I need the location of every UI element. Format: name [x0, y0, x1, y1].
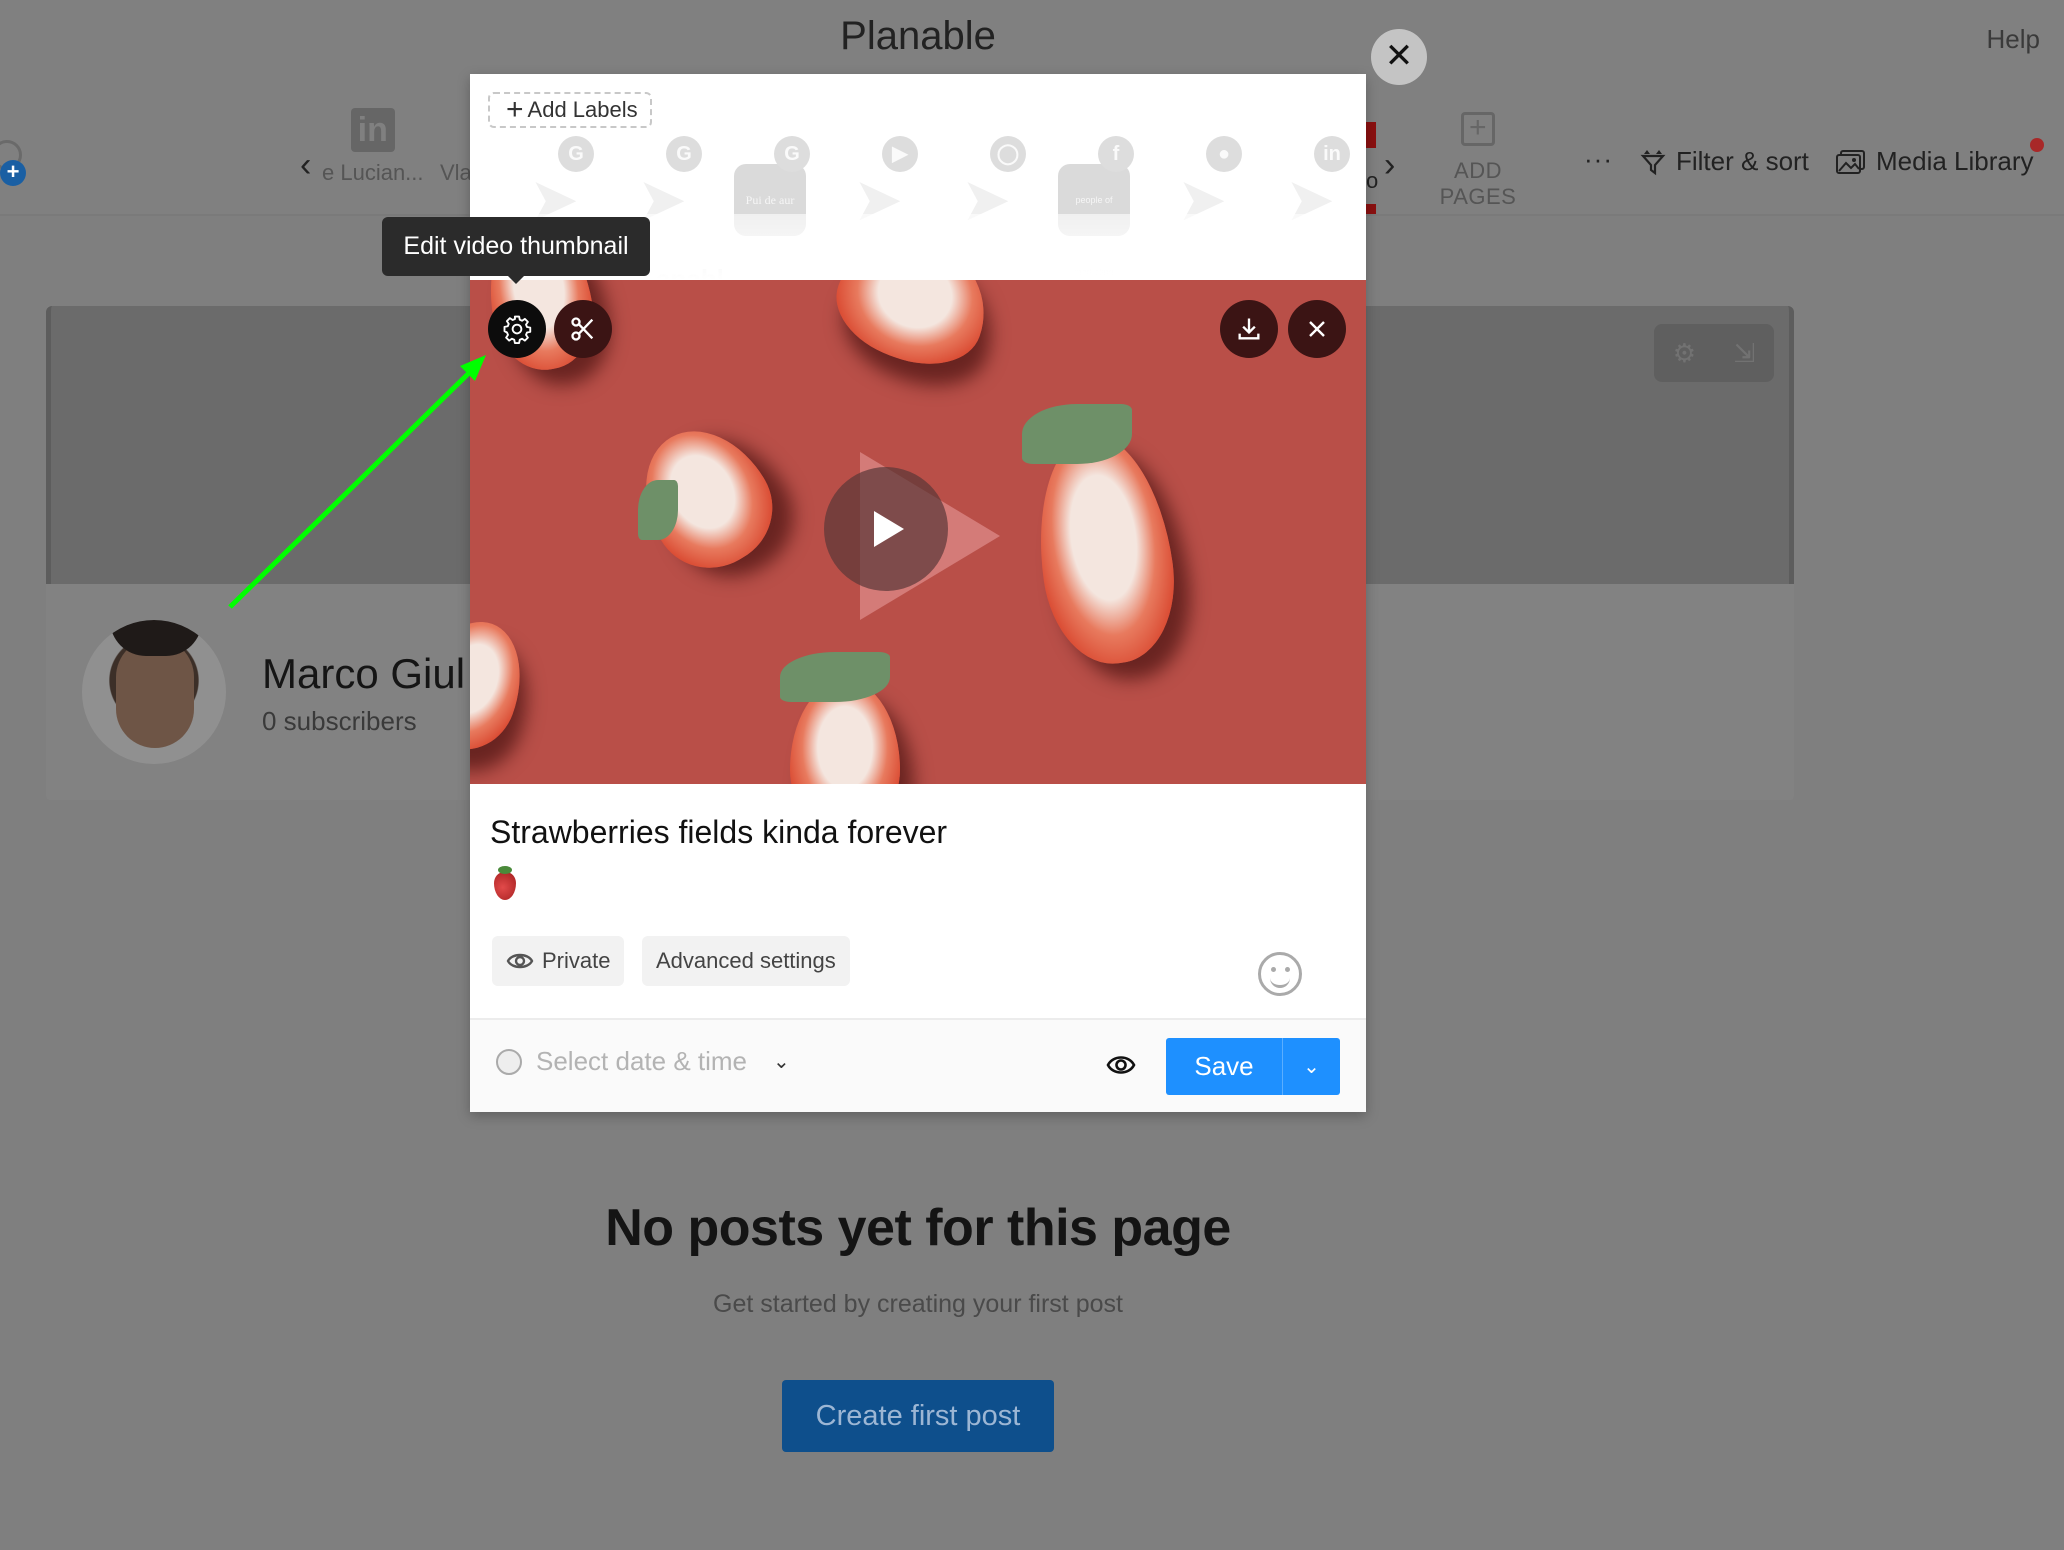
instagram-icon: ◯	[990, 136, 1026, 172]
edit-thumbnail-button[interactable]	[488, 300, 546, 358]
advanced-settings-label: Advanced settings	[656, 948, 836, 973]
twitter-icon: ●	[1206, 136, 1242, 172]
preview-button[interactable]	[1106, 1052, 1136, 1083]
avatar	[82, 620, 226, 764]
chevron-down-icon: ⌄	[1303, 1056, 1320, 1078]
empty-state-title: No posts yet for this page	[605, 1199, 1231, 1257]
avatar-hair	[110, 620, 202, 656]
subscriber-count: 0 subscribers	[262, 706, 417, 736]
cover-tools: ⚙ ⇲	[1654, 324, 1774, 382]
page-tab-label: e Lucian...	[322, 160, 424, 185]
eye-icon	[506, 953, 534, 969]
facebook-icon: f	[1098, 136, 1134, 172]
save-options-button[interactable]: ⌄	[1282, 1038, 1340, 1095]
filter-sort-label: Filter & sort	[1676, 146, 1809, 176]
add-labels-label: Add Labels	[527, 97, 638, 122]
strawberry-emoji-icon	[494, 866, 516, 900]
help-link[interactable]: Help	[1987, 24, 2040, 55]
page-tab-lucian[interactable]: in e Lucian...	[322, 108, 424, 186]
strawberry-image-part	[822, 280, 1004, 383]
download-video-button[interactable]	[1220, 300, 1278, 358]
more-options-button[interactable]: ···	[1584, 144, 1613, 175]
trim-video-button[interactable]	[554, 300, 612, 358]
page-tab-vla[interactable]: Vla	[440, 160, 472, 186]
youtube-icon: ▶	[882, 136, 918, 172]
add-pages-label: ADD PAGES	[1439, 158, 1517, 209]
strawberry-image-part	[470, 606, 540, 764]
google-icon: G	[666, 136, 702, 172]
post-title-text[interactable]: Strawberries fields kinda forever	[490, 814, 947, 851]
modal-close-button[interactable]: ✕	[1371, 29, 1427, 85]
plus-icon: +	[506, 93, 524, 126]
filter-sort-button[interactable]: Filter & sort	[1640, 146, 1809, 177]
plus-square-icon: +	[1461, 112, 1495, 146]
profile-name: Marco Giul	[262, 650, 466, 697]
save-button-group: Save ⌄	[1166, 1038, 1340, 1095]
strawberry-image-part	[638, 480, 678, 540]
google-icon: G	[558, 136, 594, 172]
remove-video-button[interactable]	[1288, 300, 1346, 358]
linkedin-icon: in	[1314, 136, 1350, 172]
clock-icon	[496, 1048, 522, 1075]
date-time-picker[interactable]: Select date & time ⌄	[496, 1046, 790, 1077]
image-icon	[1836, 149, 1865, 174]
app-title: Planable	[840, 14, 996, 58]
chevron-down-icon: ⌄	[773, 1051, 790, 1073]
play-button[interactable]	[824, 467, 948, 591]
date-time-placeholder: Select date & time	[536, 1046, 747, 1076]
video-preview[interactable]	[470, 280, 1366, 784]
advanced-settings-button[interactable]: Advanced settings	[642, 936, 850, 986]
page-tab-partial-label: o	[1366, 168, 1379, 193]
strawberry-image-part	[1022, 404, 1132, 464]
tooltip: Edit video thumbnail	[382, 217, 650, 284]
google-icon: G	[774, 136, 810, 172]
create-first-post-button[interactable]: Create first post	[782, 1380, 1054, 1452]
save-button[interactable]: Save	[1166, 1038, 1282, 1095]
modal-footer: Select date & time ⌄ Save ⌄	[470, 1018, 1366, 1112]
linkedin-icon: in	[350, 108, 395, 152]
scissors-icon	[571, 317, 594, 341]
close-icon	[1309, 321, 1325, 337]
notification-dot	[2030, 138, 2044, 152]
eye-icon	[1106, 1056, 1136, 1074]
strawberry-image-part	[780, 652, 890, 702]
plus-badge-icon: +	[0, 160, 26, 186]
gear-icon	[503, 315, 532, 344]
add-pages-button[interactable]: + ADD PAGES	[1416, 112, 1540, 210]
empty-state-subtitle: Get started by creating your first post	[713, 1290, 1123, 1318]
chevron-left-icon[interactable]: ‹	[300, 146, 311, 185]
media-library-button[interactable]: Media Library	[1836, 146, 2034, 177]
close-icon: ✕	[1384, 37, 1414, 75]
media-library-label: Media Library	[1876, 146, 2034, 176]
collapse-icon[interactable]: ⇲	[1733, 338, 1755, 369]
emoji-picker-icon[interactable]	[1258, 952, 1302, 996]
add-labels-button[interactable]: + Add Labels	[488, 92, 652, 128]
add-user-icon[interactable]: +	[0, 140, 32, 186]
page-tab-label: Vla	[440, 160, 472, 185]
download-icon	[1238, 318, 1260, 340]
gear-icon[interactable]: ⚙	[1673, 338, 1696, 369]
privacy-button[interactable]: Private	[492, 936, 625, 986]
play-icon	[874, 511, 904, 547]
chevron-right-icon[interactable]: ›	[1384, 146, 1395, 185]
privacy-label: Private	[542, 948, 611, 973]
filter-icon	[1640, 149, 1666, 175]
